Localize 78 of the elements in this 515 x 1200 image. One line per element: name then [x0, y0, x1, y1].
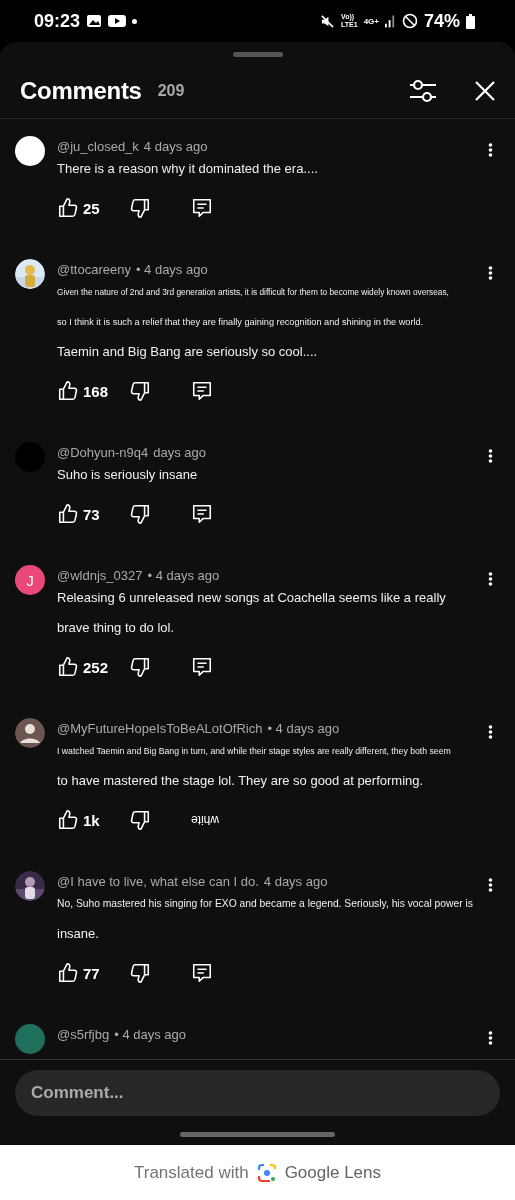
comment-time: 4 days ago [143, 139, 208, 154]
comment-text: There is a reason why it dominated the era.... [57, 160, 319, 178]
translated-label: Translated with [133, 1162, 249, 1183]
like-count: 168 [83, 382, 110, 400]
thumbs-up-icon[interactable] [57, 503, 79, 525]
comment-text: Given the nature of 2nd and 3rd generation artists, it is difficult for them to become widely known overseas, [57, 286, 450, 299]
comment-text: brave thing to do lol. [57, 619, 176, 637]
comment-time: • 4 days ago [135, 262, 208, 277]
mute-icon [320, 13, 335, 29]
comment-text: I watched Taemin and Big Bang in turn, and while their stage styles are really different, they both seem [57, 745, 452, 758]
thumbs-down-icon[interactable] [129, 656, 151, 678]
like-count: 252 [83, 658, 110, 676]
sheet-title: Comments [20, 77, 142, 105]
play-icon [108, 14, 127, 28]
comment-author[interactable]: @I have to live, what else can I do. [57, 874, 259, 889]
more-options-icon[interactable] [488, 448, 493, 464]
comment-text: insane. [57, 925, 100, 943]
more-options-icon[interactable] [488, 877, 493, 893]
reply-icon[interactable] [191, 503, 213, 525]
comment-count: 209 [157, 82, 185, 100]
comment-time: • 4 days ago [147, 568, 220, 583]
comment-text: to have mastered the stage lol. They are so good at performing. [57, 772, 425, 790]
reply-icon[interactable] [191, 380, 213, 402]
thumbs-down-icon[interactable] [129, 380, 151, 402]
reply-label[interactable]: white [191, 813, 219, 827]
comment-author[interactable]: @MyFutureHopeIsToBeALotOfRich [57, 721, 263, 736]
more-options-icon[interactable] [488, 1030, 493, 1046]
reply-icon[interactable] [191, 656, 213, 678]
notification-dot-icon [132, 18, 138, 24]
gallery-icon [86, 13, 103, 29]
comment-text: Suho is seriously insane [57, 466, 199, 484]
comment-time: • 4 days ago [267, 721, 340, 736]
comment-time: days ago [153, 445, 207, 460]
comment-text: Taemin and Big Bang are seriously so cool.... [57, 343, 319, 361]
battery-icon [466, 13, 475, 29]
thumbs-down-icon[interactable] [129, 962, 151, 984]
thumbs-down-icon[interactable] [129, 197, 151, 219]
comment-text: so I think it is such a relief that they are finally gaining recognition and shining in the world. [57, 316, 425, 329]
comment-author[interactable]: @Dohyun-n9q4 [57, 445, 149, 460]
lens-icon [256, 1162, 277, 1183]
reply-icon[interactable] [191, 197, 213, 219]
more-options-icon[interactable] [488, 142, 493, 158]
comment-text: Releasing 6 unreleased new songs at Coachella seems like a really [57, 589, 447, 607]
close-icon[interactable] [475, 81, 495, 101]
thumbs-up-icon[interactable] [57, 380, 79, 402]
avatar[interactable] [15, 136, 45, 166]
google-lens-label: Google Lens [284, 1162, 382, 1183]
comment-time: • 4 days ago [114, 1027, 186, 1042]
avatar[interactable]: J [15, 565, 45, 595]
clock: 09:23 [34, 10, 81, 32]
like-count: 1k [83, 811, 101, 829]
comment-text: No, Suho mastered his singing for EXO and became a legend. Seriously, his vocal power is [57, 897, 474, 911]
comment-time: 4 days ago [263, 874, 328, 889]
thumbs-up-icon[interactable] [57, 962, 79, 984]
comment-author[interactable]: @s5rfjbg [57, 1027, 110, 1042]
thumbs-down-icon[interactable] [129, 809, 151, 831]
do-not-disturb-icon [401, 13, 418, 29]
like-count: 73 [83, 505, 101, 523]
more-options-icon[interactable] [488, 724, 493, 740]
signal-icon [384, 14, 396, 28]
thumbs-up-icon[interactable] [57, 809, 79, 831]
comment-author[interactable]: @wldnjs_0327 [57, 568, 143, 583]
thumbs-down-icon[interactable] [129, 503, 151, 525]
thumbs-up-icon[interactable] [57, 656, 79, 678]
filter-icon[interactable] [409, 78, 437, 104]
like-count: 77 [83, 964, 101, 982]
thumbs-up-icon[interactable] [57, 197, 79, 219]
more-options-icon[interactable] [488, 571, 493, 587]
more-options-icon[interactable] [488, 265, 493, 281]
network-label: 4G+ [363, 16, 379, 26]
comment-input[interactable]: Comment... [15, 1070, 500, 1116]
comment-author[interactable]: @ttocareeny [57, 262, 131, 277]
comment-author[interactable]: @ju_closed_k [57, 139, 139, 154]
battery-percent: 74% [423, 10, 460, 32]
reply-icon[interactable] [191, 962, 213, 984]
avatar[interactable] [15, 718, 45, 748]
like-count: 25 [83, 199, 101, 217]
drag-handle[interactable] [232, 52, 283, 57]
